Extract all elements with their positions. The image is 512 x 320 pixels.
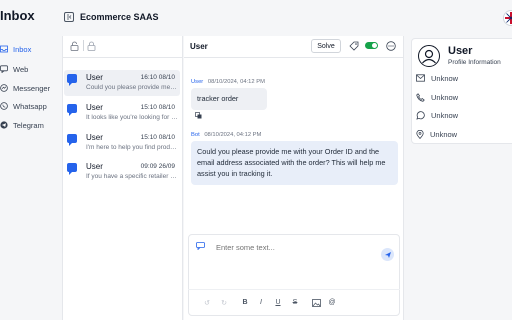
profile-phone: Unknow xyxy=(416,91,458,103)
conversation-time: 15:10 08/10 xyxy=(140,104,175,111)
italic-icon[interactable]: I xyxy=(256,299,266,306)
conversation-time: 09:09 26/09 xyxy=(140,163,175,170)
user-icon xyxy=(422,49,436,64)
whatsapp-icon xyxy=(0,102,8,110)
profile-field-value: Unknow xyxy=(431,92,459,102)
message-timestamp: 08/10/2024, 04:12 PM xyxy=(207,79,265,85)
conversation-name: User xyxy=(86,73,103,82)
translate-icon[interactable] xyxy=(195,112,202,119)
image-icon[interactable] xyxy=(312,299,321,307)
whatsapp-icon xyxy=(416,110,425,120)
profile-email: Unknow xyxy=(416,72,458,84)
phone-icon xyxy=(416,92,425,102)
conversation-item[interactable]: User 16:10 08/10 Could you please provid… xyxy=(64,70,180,96)
chat-icon xyxy=(67,104,77,116)
nav-item-telegram[interactable]: Telegram xyxy=(0,118,60,132)
strikethrough-icon[interactable]: S xyxy=(290,299,300,306)
profile-location: Unknow xyxy=(416,128,457,140)
nav-item-web[interactable]: Web xyxy=(0,62,60,76)
nav-label: Inbox xyxy=(13,44,32,54)
workspace-title: Ecommerce SAAS xyxy=(80,12,159,22)
conversation-item[interactable]: User 15:10 08/10 I'm here to help you fi… xyxy=(64,130,180,156)
mention-icon[interactable]: @ xyxy=(327,299,337,306)
messenger-icon xyxy=(0,84,8,92)
nav-label: Whatsapp xyxy=(13,101,47,111)
composer-divider xyxy=(188,289,400,290)
avatar xyxy=(418,45,440,67)
location-icon xyxy=(416,129,424,139)
tag-icon[interactable] xyxy=(349,41,359,51)
mail-icon xyxy=(416,74,425,82)
conversation-list-header xyxy=(62,36,183,58)
profile-field-value: Unknow xyxy=(431,73,459,83)
nav-item-whatsapp[interactable]: Whatsapp xyxy=(0,99,60,113)
profile-name: User xyxy=(448,45,473,57)
underline-icon[interactable]: U xyxy=(273,299,283,306)
conversation-item[interactable]: User 15:10 08/10 It looks like you're lo… xyxy=(64,100,180,126)
app-title: Inbox xyxy=(0,8,35,23)
profile-whatsapp: Unknow xyxy=(416,109,458,121)
header-divider xyxy=(83,40,84,51)
inbox-icon xyxy=(0,45,8,53)
conversation-preview: It looks like you're looking for somethi… xyxy=(86,114,178,121)
profile-subtitle: Profile Information xyxy=(448,59,501,66)
conversation-time: 15:10 08/10 xyxy=(140,134,175,141)
unlock-icon[interactable] xyxy=(70,41,79,51)
telegram-icon xyxy=(0,121,8,129)
lock-icon[interactable] xyxy=(87,41,96,51)
message-bubble-user: tracker order xyxy=(191,88,267,110)
message-sender: Bot xyxy=(191,132,200,138)
more-options-icon[interactable] xyxy=(386,41,396,51)
message-meta: Bot 08/10/2024, 04:12 PM xyxy=(191,132,261,138)
message-meta: User 08/10/2024, 04:12 PM xyxy=(191,79,265,85)
send-icon xyxy=(384,251,391,258)
send-button[interactable] xyxy=(381,248,394,261)
nav-label: Messenger xyxy=(13,83,51,93)
language-flag-icon[interactable] xyxy=(503,10,512,26)
solve-button[interactable]: Solve xyxy=(311,39,341,53)
message-bubble-bot: Could you please provide me with your Or… xyxy=(191,141,398,185)
chat-icon xyxy=(67,74,77,86)
nav-label: Web xyxy=(13,64,29,74)
conversation-name: User xyxy=(86,133,103,142)
chat-bubble-icon xyxy=(0,65,8,73)
message-input[interactable] xyxy=(216,241,376,253)
profile-field-value: Unknow xyxy=(430,129,458,139)
chat-bubble-icon xyxy=(196,242,205,250)
conversation-preview: Could you please provide me with your Or… xyxy=(86,84,178,91)
chat-user-name: User xyxy=(190,42,208,51)
conversation-name: User xyxy=(86,162,103,171)
conversation-name: User xyxy=(86,103,103,112)
nav-item-inbox[interactable]: Inbox xyxy=(0,42,60,56)
chat-icon xyxy=(67,134,77,146)
profile-field-value: Unknow xyxy=(431,110,459,120)
collapse-sidebar-icon[interactable] xyxy=(64,12,74,22)
redo-icon[interactable]: ↻ xyxy=(219,299,229,307)
nav-item-messenger[interactable]: Messenger xyxy=(0,81,60,95)
chat-icon xyxy=(67,163,77,175)
bold-icon[interactable]: B xyxy=(240,299,250,306)
message-sender: User xyxy=(191,79,204,85)
message-timestamp: 08/10/2024, 04:12 PM xyxy=(204,132,262,138)
conversation-preview: If you have a specific retailer in mind xyxy=(86,173,178,180)
conversation-time: 16:10 08/10 xyxy=(140,74,175,81)
nav-label: Telegram xyxy=(13,120,44,130)
undo-icon[interactable]: ↺ xyxy=(202,299,212,307)
conversation-item[interactable]: User 09:09 26/09 If you have a specific … xyxy=(64,159,180,185)
bot-toggle[interactable] xyxy=(365,42,378,49)
conversation-preview: I'm here to help you find products xyxy=(86,144,178,151)
